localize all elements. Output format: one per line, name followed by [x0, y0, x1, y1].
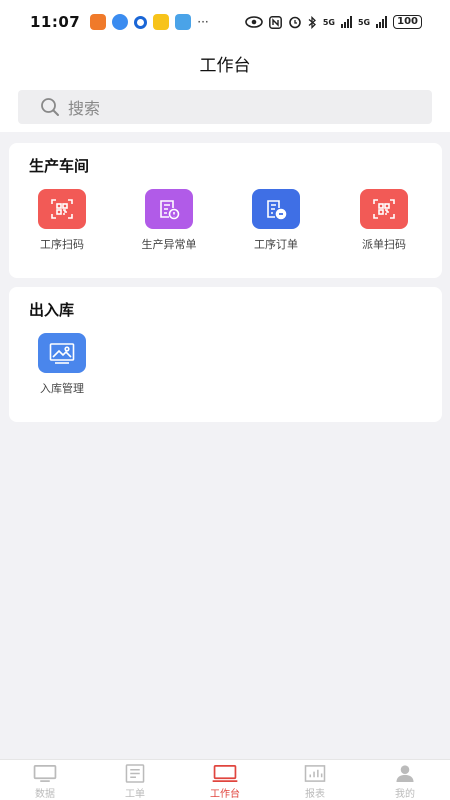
menu-item-label: 工序扫码 [40, 238, 84, 251]
page-title: 工作台 [199, 55, 251, 76]
section-production: 生产车间 工序扫码 生产异常单 工序订单 派单扫码 [9, 143, 442, 278]
tab-workorder[interactable]: 工单 [90, 760, 180, 800]
tab-label: 工作台 [210, 789, 240, 800]
tab-data[interactable]: 数据 [0, 760, 90, 800]
alarm-icon [289, 16, 301, 29]
tab-label: 报表 [305, 789, 325, 800]
bluetooth-icon [308, 15, 316, 29]
tab-label: 我的 [395, 789, 415, 800]
tab-workbench[interactable]: 工作台 [180, 760, 270, 800]
network-type-2: 5G [357, 17, 371, 27]
section-title: 出入库 [29, 301, 75, 319]
chat-notification-icon [112, 14, 129, 30]
menu-item-label: 入库管理 [40, 382, 84, 395]
browser-notification-icon [134, 15, 148, 29]
search-icon [41, 98, 59, 116]
menu-item-dispatch-scan[interactable]: 派单扫码 [339, 189, 429, 252]
section-title: 生产车间 [29, 157, 90, 175]
app-notification-icon [90, 14, 107, 30]
section-warehouse: 出入库 入库管理 [9, 287, 442, 422]
laptop-icon [212, 765, 238, 782]
monitor-icon [33, 765, 57, 782]
order-doc-icon [252, 189, 300, 229]
signal-strength-icon-2 [376, 16, 388, 28]
image-frame-icon [38, 333, 86, 373]
nfc-icon [268, 15, 282, 29]
qr-scan-icon [360, 189, 408, 229]
calendar-notification-icon [175, 14, 192, 30]
tab-label: 数据 [35, 789, 55, 800]
status-right: 5G 5G 100 [245, 15, 422, 29]
status-time: 11:07 [30, 13, 81, 31]
qr-scan-icon [38, 189, 86, 229]
tab-reports[interactable]: 报表 [270, 760, 360, 800]
battery-icon: 100 [393, 15, 422, 29]
person-icon [396, 765, 414, 783]
tab-me[interactable]: 我的 [360, 760, 450, 800]
network-type-1: 5G [322, 17, 335, 27]
menu-item-process-order[interactable]: 工序订单 [231, 189, 321, 252]
menu-item-label: 生产异常单 [141, 238, 197, 251]
bottom-tab-bar: 数据 工单 工作台 报表 我的 [0, 759, 450, 800]
tab-label: 工单 [125, 789, 145, 800]
exception-doc-icon [145, 189, 193, 229]
search-area: 搜索 [0, 82, 450, 132]
menu-item-process-scan[interactable]: 工序扫码 [17, 189, 107, 252]
menu-item-inbound-management[interactable]: 入库管理 [17, 333, 107, 396]
status-bar: 11:07 ··· 5G 5G 100 [0, 0, 450, 44]
signal-strength-icon-1 [340, 16, 352, 28]
menu-item-production-exception[interactable]: 生产异常单 [124, 189, 214, 252]
menu-item-label: 派单扫码 [362, 238, 406, 251]
bar-chart-icon [304, 765, 326, 782]
header: 工作台 [0, 44, 450, 82]
more-notifications-icon: ··· [197, 15, 209, 29]
document-icon [125, 764, 145, 783]
meituan-notification-icon [153, 14, 170, 30]
search-placeholder: 搜索 [68, 99, 101, 118]
search-input[interactable]: 搜索 [18, 90, 432, 124]
status-left: 11:07 ··· [30, 13, 209, 31]
menu-item-label: 工序订单 [254, 238, 298, 251]
eye-icon [245, 16, 263, 28]
